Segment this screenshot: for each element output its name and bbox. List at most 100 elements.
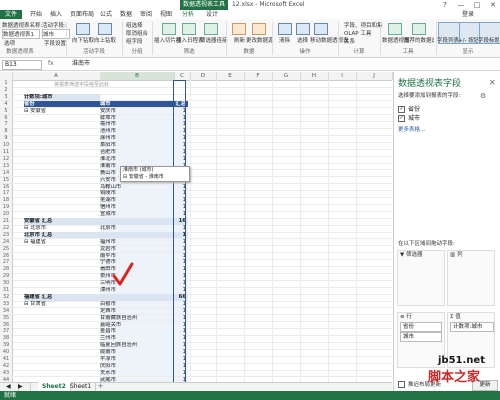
drill-down-icon[interactable] bbox=[76, 23, 90, 35]
row-number[interactable]: 38 bbox=[0, 335, 13, 342]
row-number[interactable]: 42 bbox=[0, 362, 13, 370]
cell-a[interactable]: 计数项:城市 bbox=[24, 93, 100, 101]
clear-icon[interactable] bbox=[278, 23, 292, 35]
cell-a[interactable]: 北京市 汇总 bbox=[24, 231, 100, 239]
close-button[interactable]: ✕ bbox=[486, 0, 500, 10]
cell-a[interactable] bbox=[24, 211, 100, 218]
field-checkbox[interactable]: ✓ bbox=[398, 115, 405, 122]
cell-a[interactable] bbox=[24, 156, 100, 163]
cell-b[interactable]: 陇南市 bbox=[100, 349, 174, 356]
cell-a[interactable] bbox=[24, 266, 100, 273]
cell-b[interactable]: 马鞍山市 bbox=[100, 183, 174, 191]
cell-b[interactable]: 庆阳市 bbox=[100, 362, 174, 370]
cell-b[interactable]: 天水市 bbox=[100, 369, 174, 377]
cell-b[interactable] bbox=[100, 94, 174, 101]
row-number[interactable]: 36 bbox=[0, 321, 13, 329]
move-pivot-button[interactable]: 移动数据透视表 bbox=[310, 36, 349, 44]
cell-a[interactable] bbox=[24, 142, 100, 149]
group-selection-button[interactable]: 组选择 bbox=[126, 21, 143, 29]
insert-timeline-icon[interactable] bbox=[182, 23, 196, 35]
cell-b[interactable]: 城市 bbox=[100, 100, 174, 108]
cell-a[interactable] bbox=[24, 335, 100, 342]
row-number[interactable]: 9 bbox=[0, 135, 13, 142]
cell-a[interactable] bbox=[24, 280, 100, 287]
cell-a[interactable] bbox=[24, 177, 100, 184]
cell-a[interactable] bbox=[24, 370, 100, 377]
cell-a[interactable] bbox=[24, 128, 100, 135]
ungroup-button[interactable]: 取消组合 bbox=[126, 29, 148, 37]
drill-down-button[interactable]: 向下钻取 bbox=[72, 36, 94, 44]
move-pivot-icon[interactable] bbox=[314, 23, 328, 35]
relationships-button[interactable]: 关系 bbox=[344, 37, 355, 45]
row-number[interactable]: 32 bbox=[0, 293, 13, 301]
row-number[interactable]: 15 bbox=[0, 176, 13, 184]
cell-b[interactable] bbox=[100, 231, 174, 239]
sheet-scroll-right-icon[interactable]: ▶ bbox=[14, 382, 31, 391]
cell-b[interactable]: 宣城市 bbox=[100, 211, 174, 218]
tab-page-layout[interactable]: 页面布局 bbox=[70, 10, 94, 19]
row-number[interactable]: 21 bbox=[0, 218, 13, 225]
cell-b[interactable]: 龙岩市 bbox=[100, 245, 174, 253]
cell-a[interactable] bbox=[24, 259, 100, 266]
row-number[interactable]: 37 bbox=[0, 328, 13, 336]
panel-gear-icon[interactable]: ⚙ bbox=[480, 92, 492, 100]
cell-a[interactable] bbox=[24, 273, 100, 280]
recommended-pivot-button[interactable]: 推荐的数据透视表 bbox=[404, 36, 434, 44]
cell-a[interactable] bbox=[24, 163, 100, 170]
cell-a[interactable] bbox=[24, 246, 100, 253]
value-field-count-city-chip[interactable]: 计数项:城市 bbox=[450, 322, 494, 332]
cell-a[interactable]: ⊟ 北京市 bbox=[24, 225, 100, 232]
name-box[interactable]: B13 bbox=[2, 60, 42, 70]
more-tables-link[interactable]: 更多表格... bbox=[398, 126, 488, 134]
cell-b[interactable] bbox=[100, 218, 174, 225]
row-number[interactable]: 1 bbox=[0, 80, 13, 87]
cell-a[interactable] bbox=[24, 170, 100, 177]
row-number[interactable]: 41 bbox=[0, 356, 13, 363]
cell-b[interactable]: 池州市 bbox=[100, 128, 174, 135]
row-number[interactable]: 29 bbox=[0, 273, 13, 280]
row-number[interactable]: 5 bbox=[0, 107, 13, 115]
tab-review[interactable]: 审阅 bbox=[140, 10, 152, 19]
clear-button[interactable]: 清除 bbox=[279, 36, 290, 44]
field-item-province[interactable]: ✓ 省份 bbox=[398, 106, 488, 114]
cell-a[interactable]: 福建省 汇总 bbox=[24, 293, 100, 301]
row-number[interactable]: 27 bbox=[0, 259, 13, 267]
row-number[interactable]: 43 bbox=[0, 369, 13, 377]
column-header-f[interactable]: F bbox=[244, 72, 273, 80]
tab-insert[interactable]: 插入 bbox=[50, 10, 62, 19]
row-number[interactable]: 35 bbox=[0, 314, 13, 322]
cell-b[interactable]: 淮北市 bbox=[100, 155, 174, 163]
restore-button[interactable]: □ bbox=[470, 0, 484, 10]
column-header-j[interactable]: J bbox=[356, 72, 393, 80]
cell-b[interactable]: 福州市 bbox=[100, 238, 174, 246]
cell-b[interactable]: 合肥市 bbox=[100, 149, 174, 156]
cell-a[interactable] bbox=[24, 315, 100, 322]
column-header-e[interactable]: E bbox=[216, 72, 245, 80]
row-number[interactable]: 30 bbox=[0, 280, 13, 287]
drill-up-button[interactable]: 向上钻取 bbox=[94, 36, 116, 44]
row-number[interactable]: 16 bbox=[0, 183, 13, 191]
row-number[interactable]: 10 bbox=[0, 142, 13, 149]
cell-b[interactable]: 临夏回族自治州 bbox=[100, 342, 174, 349]
cell-b[interactable]: 阜阳市 bbox=[100, 142, 174, 149]
recommended-pivot-icon[interactable] bbox=[412, 23, 426, 35]
row-number[interactable]: 2 bbox=[0, 86, 13, 94]
fields-items-sets-button[interactable]: 字段、项目和集 bbox=[344, 21, 383, 29]
tab-formulas[interactable]: 公式 bbox=[100, 10, 112, 19]
column-header-i[interactable]: I bbox=[328, 72, 357, 80]
cell-a[interactable]: 安徽省 汇总 bbox=[24, 218, 100, 225]
select-icon[interactable] bbox=[296, 23, 310, 35]
row-number[interactable]: 11 bbox=[0, 149, 13, 156]
tab-view[interactable]: 视图 bbox=[160, 10, 172, 19]
cell-b[interactable] bbox=[100, 80, 174, 87]
cell-b[interactable]: 嘉峪关市 bbox=[100, 321, 174, 329]
cell-b[interactable]: 白银市 bbox=[100, 300, 174, 308]
formula-input[interactable]: 淮南市 bbox=[72, 60, 372, 68]
column-header-a[interactable]: A bbox=[12, 72, 101, 80]
add-sheet-button[interactable]: + bbox=[96, 382, 105, 391]
change-source-icon[interactable] bbox=[252, 23, 266, 35]
row-number[interactable]: 6 bbox=[0, 114, 13, 122]
cell-b[interactable]: 金昌市 bbox=[100, 328, 174, 336]
row-number[interactable]: 13 bbox=[0, 162, 13, 170]
sign-in-link[interactable]: 登录 bbox=[462, 10, 498, 19]
